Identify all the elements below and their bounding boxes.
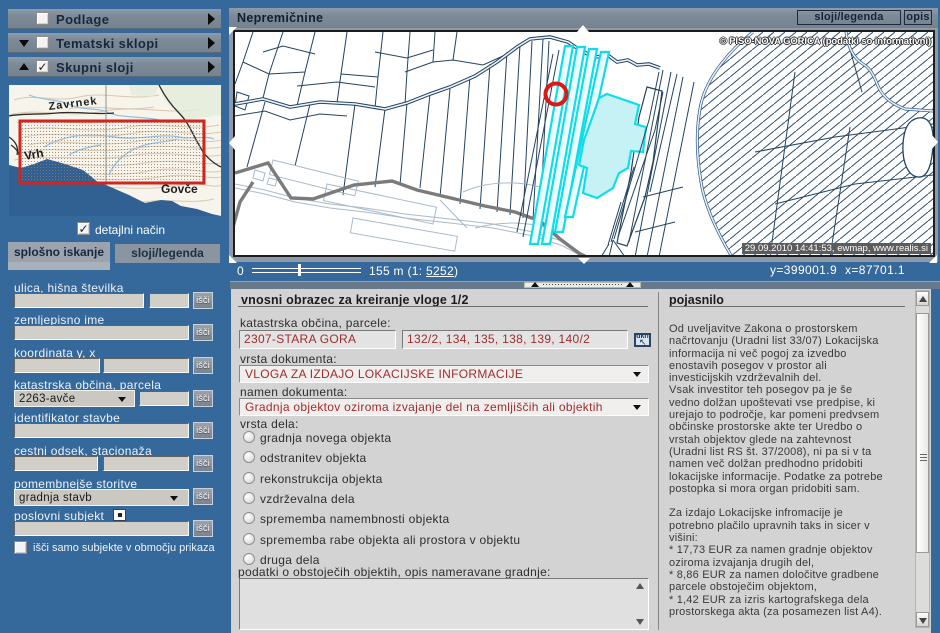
svg-text:Govče: Govče [161, 182, 198, 196]
